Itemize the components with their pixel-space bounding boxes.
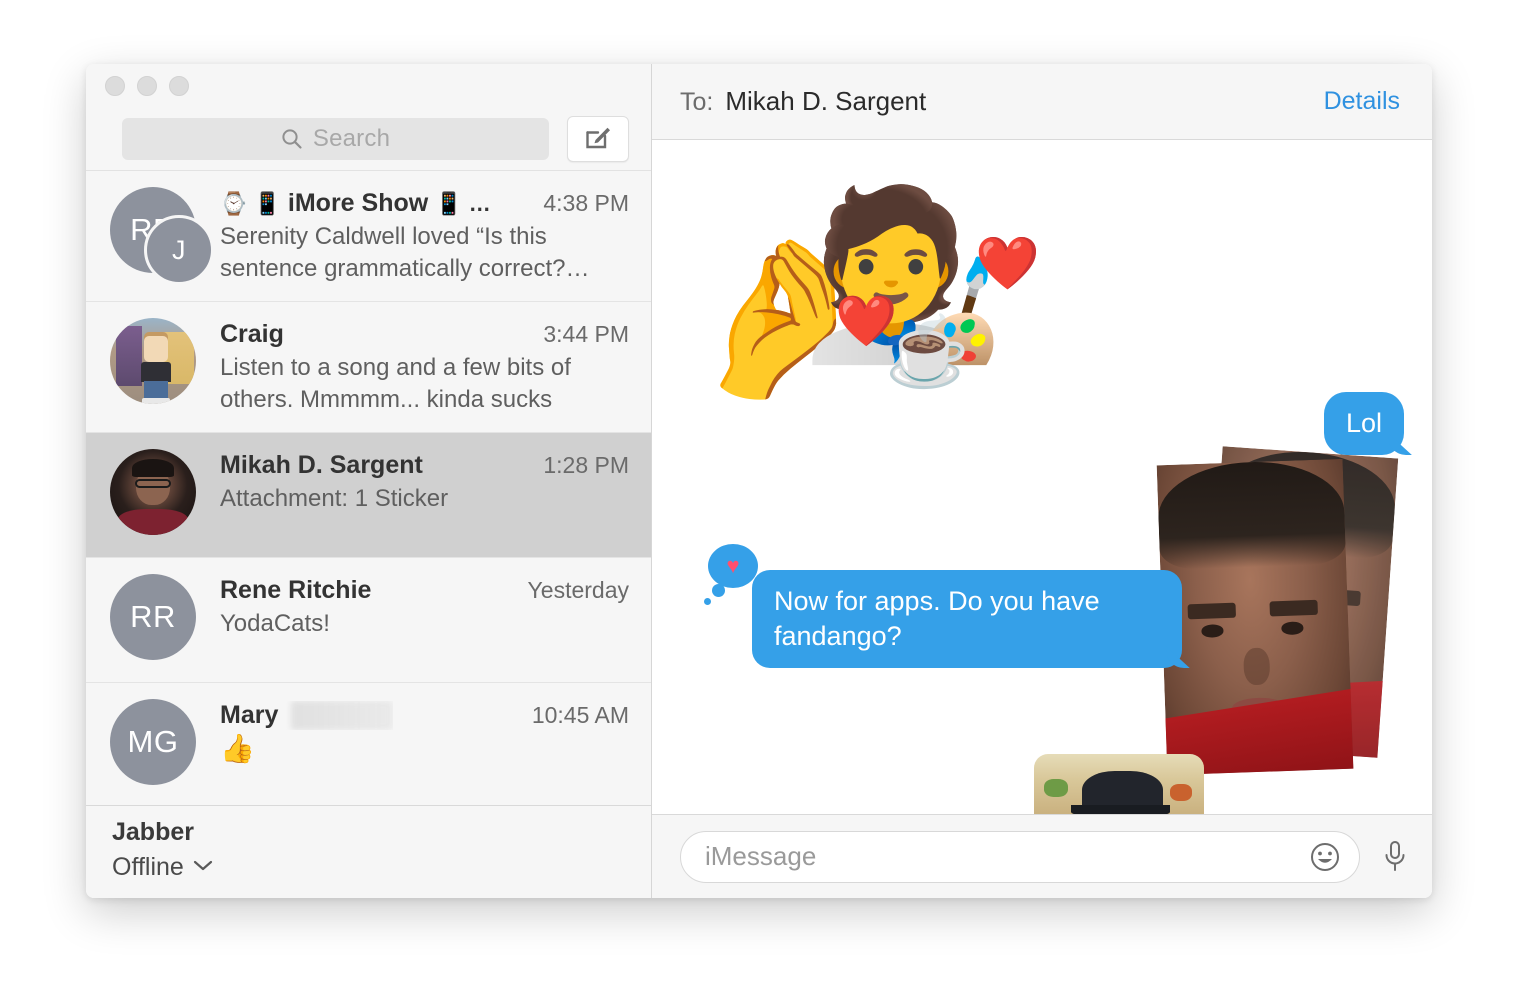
conversation-title-text: iMore Show <box>287 189 429 217</box>
details-button[interactable]: Details <box>1324 87 1400 116</box>
chef-kiss-emoji: 🤌 <box>673 220 882 414</box>
compose-bar <box>652 814 1432 898</box>
window-traffic-lights <box>86 64 651 108</box>
to-label: To: <box>680 88 714 116</box>
recipient-field[interactable]: To: Mikah D. Sargent <box>680 86 926 117</box>
message-bubble[interactable]: ♥ Now for apps. Do you have fandango? <box>704 544 1182 669</box>
sticker-pile: 🤌 🧑‍🎨 ❤️ ❤️ ☕ <box>670 140 1050 414</box>
conversation-timestamp: 1:28 PM <box>543 451 629 478</box>
conversation-preview: 👍 <box>220 732 255 764</box>
conversation-title: Craig <box>220 320 284 349</box>
messages-window: Search RR J <box>86 64 1432 898</box>
conversation-timestamp: 3:44 PM <box>543 320 629 347</box>
conversation-title: Mary Jo Foley <box>220 700 393 730</box>
avatar-initials-secondary: J <box>144 215 214 285</box>
search-placeholder-text: Search <box>312 125 391 152</box>
rainbow-hat-emoji: 🧑‍🎨 <box>800 182 1006 366</box>
avatar: RR <box>110 573 202 666</box>
message-thread[interactable]: 🤌 🧑‍🎨 ❤️ ❤️ ☕ Lol <box>652 140 1432 814</box>
heart-emoji-2: ❤️ <box>835 293 898 349</box>
compose-new-message-button[interactable] <box>567 116 629 162</box>
conversation-title: ⌚ 📱 iMore Show 📱 … <box>220 189 491 218</box>
conversation-title-text: Mary <box>220 700 279 729</box>
chat-header: To: Mikah D. Sargent Details <box>652 64 1432 140</box>
search-icon <box>281 128 303 150</box>
avatar-initials: MG <box>110 698 196 785</box>
contact-photo-avatar <box>110 448 196 535</box>
search-input[interactable]: Search <box>122 118 549 160</box>
avatar-group: RR J <box>110 187 214 285</box>
phone-ellipsis-icons: 📱 … <box>435 190 491 216</box>
avatar: MG <box>110 698 202 791</box>
heart-emoji-1: ❤️ <box>975 235 1040 293</box>
status-dropdown[interactable]: Offline <box>112 853 213 882</box>
conversation-preview: Serenity Caldwell loved “Is this sentenc… <box>220 223 590 282</box>
conversation-row-mary[interactable]: MG Mary Jo Foley 10:45 AM 👍 <box>86 683 651 805</box>
bitmoji-avatar <box>110 317 196 404</box>
message-input-wrapper[interactable] <box>680 830 1360 883</box>
redacted-last-name: Jo Foley <box>291 700 393 730</box>
food-hat-sticker[interactable] <box>1034 754 1204 814</box>
conversation-row-craig[interactable]: Craig 3:44 PM Listen to a song and a few… <box>86 302 651 433</box>
conversation-list[interactable]: RR J ⌚ 📱 iMore Show 📱 … 4:38 PM Serenity… <box>86 170 651 805</box>
chevron-down-icon <box>193 859 213 877</box>
conversation-title: Mikah D. Sargent <box>220 451 423 480</box>
conversation-row-rene-ritchie[interactable]: RR Rene Ritchie Yesterday YodaCats! <box>86 558 651 683</box>
conversation-title-text: Mikah D. Sargent <box>220 450 423 479</box>
conversation-timestamp: Yesterday <box>527 576 629 603</box>
conversation-row-mikah-d-sargent[interactable]: Mikah D. Sargent 1:28 PM Attachment: 1 S… <box>86 432 651 558</box>
conversation-timestamp: 10:45 AM <box>531 701 629 728</box>
minimize-button[interactable] <box>137 76 157 96</box>
compose-pencil-icon <box>584 123 612 156</box>
avatar <box>110 448 202 541</box>
avatar <box>110 317 202 410</box>
message-row-lol: Lol <box>1323 392 1404 456</box>
account-status-footer: Jabber Offline <box>86 805 651 898</box>
conversation-title-text: Rene Ritchie <box>220 575 372 604</box>
conversation-preview: Listen to a song and a few bits of other… <box>220 353 571 413</box>
status-label: Offline <box>112 853 184 881</box>
chat-panel: To: Mikah D. Sargent Details 🤌 🧑‍🎨 ❤️ ❤️… <box>652 64 1432 898</box>
recipient-name: Mikah D. Sargent <box>725 86 927 116</box>
message-bubble[interactable]: Lol <box>1323 392 1404 456</box>
microphone-icon[interactable] <box>1380 838 1410 876</box>
conversation-preview: Attachment: 1 Sticker <box>220 484 449 512</box>
conversation-timestamp: 4:38 PM <box>543 189 629 216</box>
close-button[interactable] <box>105 76 125 96</box>
account-name: Jabber <box>112 818 194 846</box>
search-row: Search <box>86 108 651 170</box>
watch-phone-icons: ⌚ 📱 <box>220 190 281 216</box>
message-input[interactable] <box>705 841 1297 872</box>
conversation-row-imore-show[interactable]: RR J ⌚ 📱 iMore Show 📱 … 4:38 PM Serenity… <box>86 171 651 302</box>
tapback-heart-icon[interactable]: ♥ <box>704 544 758 605</box>
message-text: Now for apps. Do you have fandango? <box>774 586 1100 652</box>
smiley-face-icon[interactable] <box>1309 841 1341 873</box>
conversation-title: Rene Ritchie <box>220 576 371 605</box>
coffee-emoji: ☕ <box>885 314 970 390</box>
conversation-title-text: Craig <box>220 319 284 348</box>
message-row-fandango: ♥ Now for apps. Do you have fandango? <box>704 544 1182 669</box>
sidebar: Search RR J <box>86 64 652 898</box>
face-sticker-front[interactable] <box>1156 458 1354 776</box>
conversation-preview: YodaCats! <box>220 609 330 637</box>
avatar-initials: RR <box>110 573 196 660</box>
zoom-button[interactable] <box>169 76 189 96</box>
